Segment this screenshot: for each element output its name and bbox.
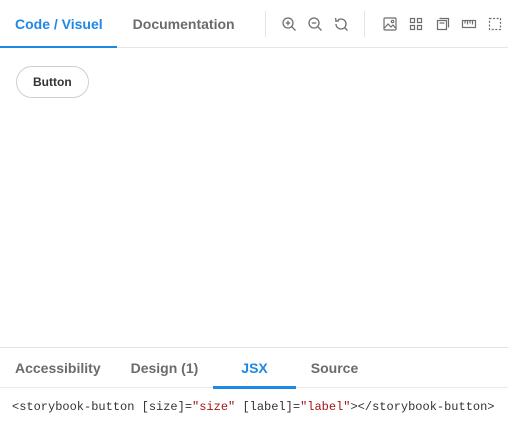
reset-zoom-icon[interactable] — [328, 0, 354, 48]
grid-icon[interactable] — [403, 0, 429, 48]
tab-documentation[interactable]: Documentation — [117, 0, 251, 48]
tab-source-label: Source — [310, 360, 359, 376]
tab-design-label: Design (1) — [130, 360, 199, 376]
toolbar-divider — [364, 10, 365, 37]
addons-tabs: Accessibility Design (1) JSX Source — [0, 348, 508, 389]
code-tag-close: ></storybook-button> — [350, 400, 495, 414]
tab-code-visuel[interactable]: Code / Visuel — [0, 0, 117, 49]
tab-design[interactable]: Design (1) — [116, 348, 214, 388]
zoom-out-icon[interactable] — [302, 0, 328, 48]
outline-icon[interactable] — [482, 0, 508, 48]
top-toolbar: Code / Visuel Documentation — [0, 0, 508, 49]
storybook-button[interactable]: Button — [16, 66, 89, 98]
code-label-value: "label" — [300, 400, 351, 414]
zoom-in-icon[interactable] — [275, 0, 301, 48]
jsx-code-snippet: <storybook-button [size]="size" [label]=… — [0, 388, 508, 414]
tab-accessibility-label: Accessibility — [15, 360, 101, 376]
tab-code-visuel-label: Code / Visuel — [15, 16, 103, 32]
addons-panel: Accessibility Design (1) JSX Source <sto… — [0, 347, 508, 430]
preview-canvas: Button — [0, 48, 508, 347]
tab-accessibility[interactable]: Accessibility — [0, 348, 116, 388]
viewport-icon[interactable] — [429, 0, 455, 48]
tab-documentation-label: Documentation — [132, 16, 235, 32]
toolbar-divider — [264, 10, 266, 37]
tab-source[interactable]: Source — [296, 348, 373, 388]
code-label-attr: [label]= — [235, 400, 301, 414]
storybook-frame: Code / Visuel Documentation Button Acces… — [0, 0, 508, 430]
image-background-icon[interactable] — [377, 0, 403, 48]
code-tag-open: <storybook-button [size]= — [12, 400, 193, 414]
tab-jsx[interactable]: JSX — [213, 348, 297, 389]
measure-ruler-icon[interactable] — [456, 0, 482, 48]
code-size-value: "size" — [192, 400, 236, 414]
tab-jsx-label: JSX — [241, 360, 268, 376]
